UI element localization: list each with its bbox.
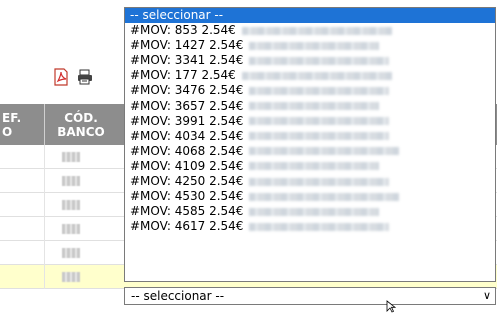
redacted-text xyxy=(249,132,390,141)
redacted-text xyxy=(249,56,390,65)
printer-icon[interactable] xyxy=(76,68,94,86)
chevron-down-icon[interactable]: ∨ xyxy=(483,289,491,302)
option-label: -- seleccionar -- xyxy=(130,8,224,22)
option-movement[interactable]: #MOV: 4068 2.54€ xyxy=(125,144,495,159)
option-label: #MOV: 853 2.54€ xyxy=(130,23,236,38)
option-movement[interactable]: #MOV: 4530 2.54€ xyxy=(125,189,495,204)
option-movement[interactable]: #MOV: 3657 2.54€ xyxy=(125,99,495,114)
bank-code-cell xyxy=(62,224,80,234)
option-movement[interactable]: #MOV: 3341 2.54€ xyxy=(125,53,495,68)
redacted-text xyxy=(249,177,390,186)
redacted-text xyxy=(249,41,380,50)
option-label: #MOV: 1427 2.54€ xyxy=(130,38,244,53)
redacted-text xyxy=(249,192,400,201)
option-movement[interactable]: #MOV: 177 2.54€ xyxy=(125,68,495,83)
redacted-text xyxy=(241,26,392,35)
option-label: #MOV: 3991 2.54€ xyxy=(130,113,244,128)
bank-code-cell xyxy=(62,248,80,258)
dropdown-listbox[interactable]: -- seleccionar -- #MOV: 853 2.54€ #MOV: 14… xyxy=(124,7,496,282)
toolbar xyxy=(52,68,94,86)
redacted-text xyxy=(249,102,380,111)
redacted-text xyxy=(249,222,390,231)
option-label: #MOV: 3341 2.54€ xyxy=(130,53,244,68)
option-movement[interactable]: #MOV: 3991 2.54€ xyxy=(125,114,495,129)
bank-code-cell xyxy=(62,200,80,210)
movement-select[interactable]: -- seleccionar -- ∨ xyxy=(124,287,496,305)
bank-code-cell xyxy=(62,272,80,282)
column-header-ref[interactable]: EF. O xyxy=(0,104,40,145)
option-movement[interactable]: #MOV: 4617 2.54€ xyxy=(125,219,495,234)
option-movement[interactable]: #MOV: 1427 2.54€ xyxy=(125,38,495,53)
redacted-text xyxy=(249,162,380,171)
redacted-text xyxy=(249,207,380,216)
option-label: #MOV: 4617 2.54€ xyxy=(130,219,244,234)
option-movement[interactable]: #MOV: 4250 2.54€ xyxy=(125,174,495,189)
option-label: #MOV: 3657 2.54€ xyxy=(130,98,244,113)
pdf-icon[interactable] xyxy=(52,68,70,86)
option-placeholder[interactable]: -- seleccionar -- xyxy=(125,8,495,24)
bank-code-cell xyxy=(62,152,80,162)
option-label: #MOV: 177 2.54€ xyxy=(130,68,236,83)
option-label: #MOV: 4034 2.54€ xyxy=(130,128,244,143)
option-movement[interactable]: #MOV: 4034 2.54€ xyxy=(125,129,495,144)
redacted-text xyxy=(249,147,400,156)
option-label: #MOV: 4250 2.54€ xyxy=(130,174,244,189)
option-movement[interactable]: #MOV: 4109 2.54€ xyxy=(125,159,495,174)
redacted-text xyxy=(249,86,390,95)
option-label: #MOV: 4068 2.54€ xyxy=(130,143,244,158)
redacted-text xyxy=(249,117,390,126)
option-movement[interactable]: #MOV: 3476 2.54€ xyxy=(125,83,495,98)
option-label: #MOV: 4585 2.54€ xyxy=(130,204,244,219)
column-header-banco[interactable]: CÓD. BANCO xyxy=(46,104,116,145)
option-movement[interactable]: #MOV: 4585 2.54€ xyxy=(125,204,495,219)
option-label: #MOV: 4530 2.54€ xyxy=(130,189,244,204)
option-label: #MOV: 4109 2.54€ xyxy=(130,158,244,173)
bank-code-cell xyxy=(62,176,80,186)
select-value: -- seleccionar -- xyxy=(131,289,225,303)
page: EF. O CÓD. BANCO -- seleccionar -- #MOV: … xyxy=(0,0,497,313)
option-movement[interactable]: #MOV: 853 2.54€ xyxy=(125,23,495,38)
redacted-text xyxy=(241,71,392,80)
option-label: #MOV: 3476 2.54€ xyxy=(130,83,244,98)
mouse-cursor-icon xyxy=(386,300,396,313)
